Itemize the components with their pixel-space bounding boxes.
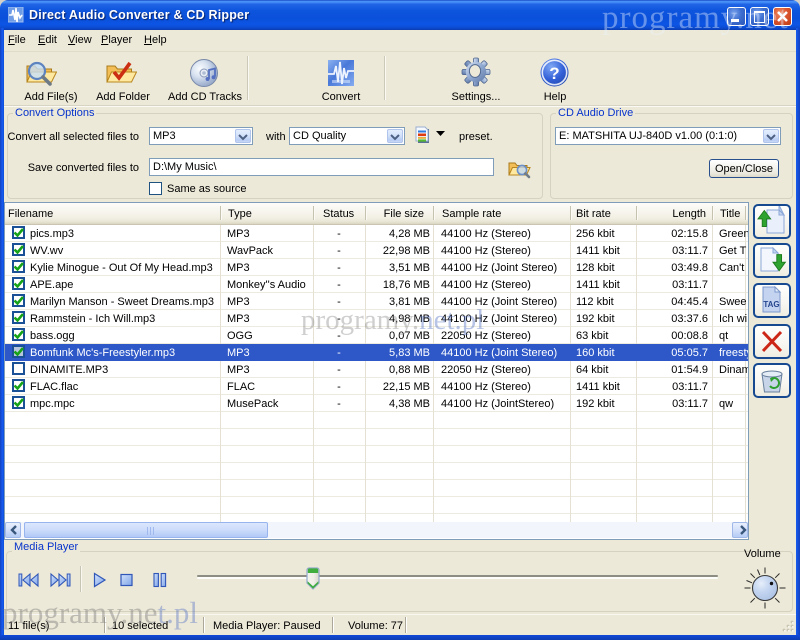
svg-text:?: ? — [549, 64, 559, 83]
svg-text:TAG: TAG — [763, 300, 779, 309]
